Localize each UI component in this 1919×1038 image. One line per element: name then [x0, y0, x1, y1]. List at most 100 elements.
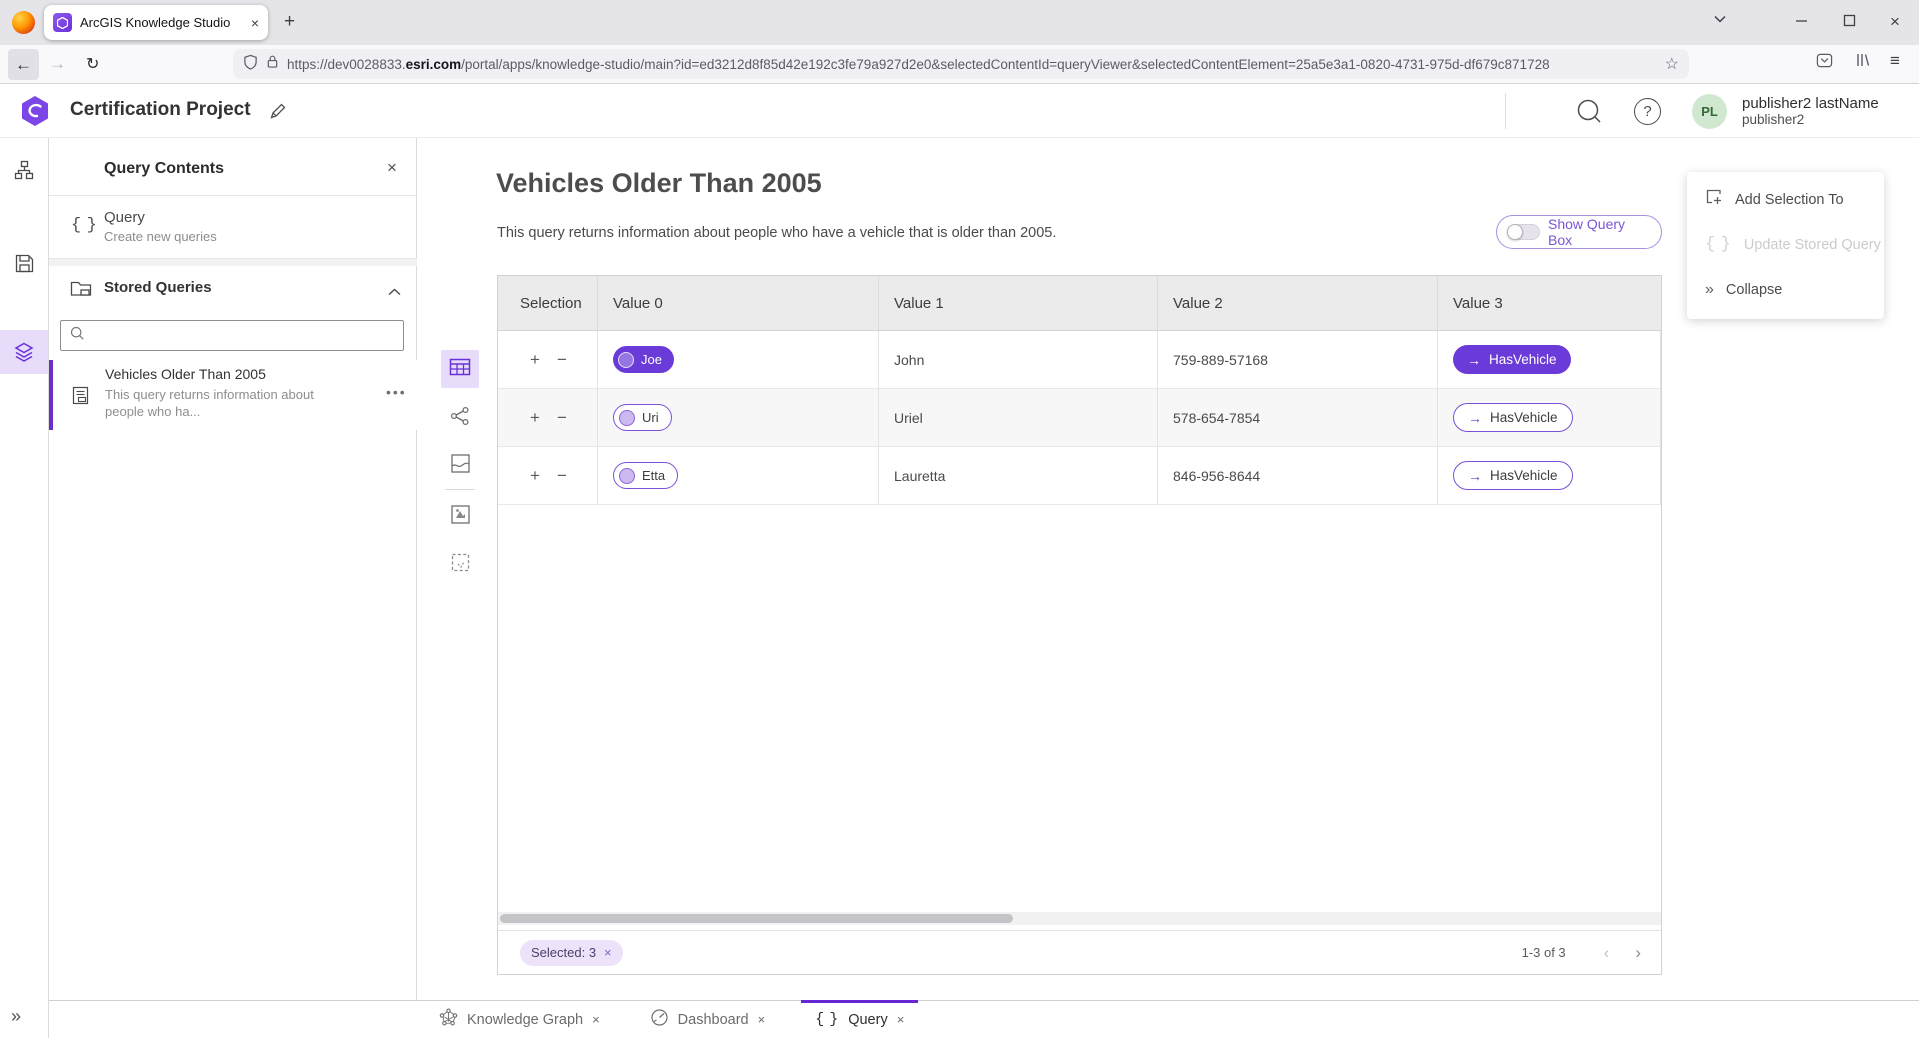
add-to-map-icon: [450, 504, 471, 530]
library-icon[interactable]: [1855, 52, 1871, 73]
avatar[interactable]: PL: [1692, 94, 1727, 129]
add-selection-plus-icon[interactable]: +: [530, 467, 540, 484]
relationship-pill[interactable]: →HasVehicle: [1453, 403, 1573, 432]
value-cell: Lauretta: [879, 447, 1158, 504]
link-chart-view-button[interactable]: [441, 399, 479, 437]
expand-rail-icon[interactable]: »: [11, 1006, 21, 1027]
map-icon: [450, 453, 471, 479]
tab-close-icon[interactable]: ×: [251, 15, 259, 31]
item-options-icon[interactable]: •••: [386, 384, 407, 400]
menu-item-add-selection-to[interactable]: Add Selection To: [1687, 177, 1884, 222]
value-cell: 846-956-8644: [1158, 447, 1438, 504]
stored-queries-search-input[interactable]: [60, 320, 404, 351]
table-view-button[interactable]: [441, 350, 479, 388]
query-item[interactable]: { } Query Create new queries: [49, 196, 417, 258]
tab-query[interactable]: { } Query ×: [801, 1001, 918, 1038]
selection-cell: + −: [498, 447, 598, 504]
forward-button[interactable]: →: [49, 54, 66, 74]
header-divider: [1505, 93, 1506, 129]
page-description: This query returns information about peo…: [497, 225, 1056, 241]
page-previous-icon[interactable]: ‹: [1604, 943, 1610, 963]
layers-icon: [13, 341, 35, 368]
entity-pill[interactable]: Uri: [613, 404, 672, 431]
user-info[interactable]: publisher2 lastName publisher2: [1742, 95, 1879, 127]
braces-icon: { }: [71, 216, 98, 235]
url-text: https://dev0028833.esri.com/portal/apps/…: [287, 57, 1657, 72]
remove-selection-minus-icon[interactable]: −: [557, 351, 567, 368]
column-header-value1[interactable]: Value 1: [879, 276, 1158, 330]
column-header-value3[interactable]: Value 3: [1438, 276, 1661, 330]
add-selection-plus-icon[interactable]: +: [530, 351, 540, 368]
clear-selection-icon[interactable]: ×: [604, 945, 612, 960]
knowledge-graph-icon: [439, 1008, 458, 1032]
remove-selection-minus-icon[interactable]: −: [557, 409, 567, 426]
table-row[interactable]: + − Uri Uriel 578-654-7854 →HasVehicle: [498, 389, 1661, 447]
window-maximize-button[interactable]: [1843, 14, 1856, 27]
entity-dot-icon: [618, 352, 634, 368]
menu-item-update-stored-query[interactable]: { } Update Stored Query: [1687, 222, 1884, 267]
column-header-value2[interactable]: Value 2: [1158, 276, 1438, 330]
new-tab-button[interactable]: +: [284, 11, 295, 33]
url-bar[interactable]: https://dev0028833.esri.com/portal/apps/…: [233, 49, 1689, 79]
browser-tab[interactable]: ArcGIS Knowledge Studio ×: [44, 5, 268, 40]
add-selection-plus-icon[interactable]: +: [530, 409, 540, 426]
scrollbar-thumb[interactable]: [500, 914, 1013, 923]
tab-close-icon[interactable]: ×: [758, 1012, 766, 1027]
stored-queries-header[interactable]: Stored Queries: [49, 266, 417, 312]
selection-box-icon: [450, 552, 471, 578]
firefox-icon[interactable]: [12, 11, 35, 34]
shield-icon[interactable]: [243, 54, 258, 75]
collapse-chevrons-icon: »: [1705, 281, 1714, 299]
relationship-cell: →HasVehicle: [1438, 447, 1661, 504]
knowledge-studio-logo-icon: [18, 94, 52, 133]
add-to-map-button[interactable]: [441, 498, 479, 536]
save-icon[interactable]: [14, 253, 35, 279]
panel-close-icon[interactable]: ×: [387, 158, 397, 178]
stored-query-item[interactable]: Vehicles Older Than 2005 This query retu…: [51, 360, 417, 430]
search-icon[interactable]: [1576, 98, 1603, 130]
entity-pill[interactable]: Etta: [613, 462, 678, 489]
menu-item-collapse[interactable]: » Collapse: [1687, 267, 1884, 312]
window-close-button[interactable]: ×: [1890, 12, 1900, 32]
edit-pencil-icon[interactable]: [268, 101, 288, 126]
window-minimize-button[interactable]: [1795, 14, 1808, 27]
relationship-pill[interactable]: →HasVehicle: [1453, 461, 1573, 490]
table-row[interactable]: + − Joe John 759-889-57168 →HasVehicle: [498, 331, 1661, 389]
entity-cell: Etta: [598, 447, 879, 504]
page-next-icon[interactable]: ›: [1635, 943, 1641, 963]
bookmark-star-icon[interactable]: ☆: [1665, 54, 1679, 74]
chevron-up-icon[interactable]: [388, 283, 401, 301]
lock-icon[interactable]: [266, 54, 279, 74]
braces-icon: { }: [1705, 235, 1732, 254]
tab-knowledge-graph[interactable]: Knowledge Graph ×: [425, 1001, 614, 1038]
entity-pill[interactable]: Joe: [613, 346, 674, 373]
map-view-button[interactable]: [441, 447, 479, 485]
column-header-value0[interactable]: Value 0: [598, 276, 879, 330]
data-model-icon[interactable]: [14, 160, 35, 186]
list-tabs-chevron-icon[interactable]: [1714, 15, 1726, 23]
back-button[interactable]: ←: [8, 49, 39, 80]
relationship-pill[interactable]: →HasVehicle: [1453, 345, 1571, 374]
table-row[interactable]: + − Etta Lauretta 846-956-8644 →HasVehic…: [498, 447, 1661, 505]
pocket-icon[interactable]: [1816, 52, 1833, 74]
tab-close-icon[interactable]: ×: [897, 1012, 905, 1027]
toggle-switch[interactable]: [1507, 224, 1540, 240]
remove-selection-minus-icon[interactable]: −: [557, 467, 567, 484]
reload-button[interactable]: ↻: [86, 54, 99, 74]
user-name: publisher2 lastName: [1742, 95, 1879, 112]
search-small-icon: [70, 326, 85, 346]
help-icon[interactable]: ?: [1634, 98, 1661, 125]
tab-dashboard[interactable]: Dashboard ×: [636, 1001, 780, 1038]
show-query-box-toggle[interactable]: Show Query Box: [1496, 215, 1662, 249]
menu-hamburger-icon[interactable]: ≡: [1890, 51, 1900, 71]
tab-close-icon[interactable]: ×: [592, 1012, 600, 1027]
selected-count-chip[interactable]: Selected: 3 ×: [520, 940, 623, 966]
selection-tool-button[interactable]: [441, 546, 479, 584]
rail-item-layers-selected[interactable]: [0, 330, 48, 374]
horizontal-scrollbar[interactable]: [498, 912, 1661, 925]
browser-tab-title: ArcGIS Knowledge Studio: [80, 15, 243, 30]
content-tab-bar: Knowledge Graph × Dashboard × { } Query …: [49, 1000, 1919, 1038]
arrow-right-icon: →: [1468, 468, 1482, 484]
arcgis-favicon-icon: [53, 13, 72, 32]
column-header-selection[interactable]: Selection: [498, 276, 598, 330]
